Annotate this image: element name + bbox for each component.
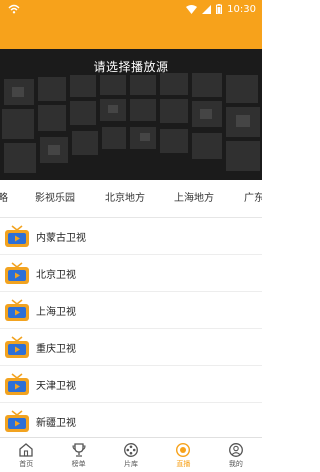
channel-name: 天津卫视 (36, 380, 76, 392)
tv-icon (5, 373, 29, 395)
channel-name: 上海卫视 (36, 306, 76, 318)
channel-row[interactable]: 新疆卫视 (0, 403, 262, 437)
wifi-icon (8, 4, 20, 14)
channel-row[interactable]: 天津卫视 (0, 366, 262, 403)
nav-label: 榜单 (71, 459, 86, 468)
nav-label: 直播 (176, 459, 191, 468)
source-tabs: 略 影视乐园 北京地方 上海地方 广东 (0, 180, 262, 218)
tab-item[interactable]: 影视乐园 (35, 180, 75, 217)
tab-item[interactable]: 北京地方 (105, 180, 145, 217)
film-reel-icon (124, 442, 138, 457)
trophy-icon (72, 442, 86, 457)
tab-item[interactable]: 广东 (244, 180, 262, 217)
channel-row[interactable]: 上海卫视 (0, 292, 262, 329)
battery-icon (216, 4, 223, 14)
channel-name: 内蒙古卫视 (36, 232, 86, 244)
nav-home[interactable]: 首页 (0, 438, 52, 472)
user-icon (228, 442, 243, 457)
tv-icon (5, 262, 29, 284)
tab-item[interactable]: 上海地方 (174, 180, 214, 217)
tv-icon (5, 336, 29, 358)
nav-label: 首页 (19, 459, 34, 468)
channel-name: 重庆卫视 (36, 343, 76, 355)
nav-live[interactable]: 直播 (157, 438, 209, 472)
home-icon (19, 442, 33, 457)
channel-name: 新疆卫视 (36, 417, 76, 429)
hero-title: 请选择播放源 (93, 60, 169, 74)
channel-row[interactable]: 内蒙古卫视 (0, 218, 262, 255)
hero-banner: 请选择播放源 (0, 49, 262, 180)
status-bar: 10:30 (0, 0, 262, 18)
channel-name: 北京卫视 (36, 269, 76, 281)
tv-icon (5, 410, 29, 432)
nav-profile[interactable]: 我的 (210, 438, 262, 472)
channel-row[interactable]: 重庆卫视 (0, 329, 262, 366)
tv-icon (5, 225, 29, 247)
signal-bars-icon (202, 4, 212, 14)
nav-ranking[interactable]: 榜单 (52, 438, 104, 472)
status-time: 10:30 (227, 3, 256, 15)
tab-item[interactable]: 略 (0, 180, 8, 217)
tv-icon (5, 299, 29, 321)
nav-library[interactable]: 片库 (105, 438, 157, 472)
live-icon (176, 442, 191, 457)
nav-label: 我的 (228, 459, 243, 468)
channel-row[interactable]: 北京卫视 (0, 255, 262, 292)
bottom-navigation: 首页 榜单 片库 直播 我的 (0, 437, 262, 472)
nav-label: 片库 (124, 459, 139, 468)
header-band (0, 18, 262, 49)
signal-wifi-icon (186, 4, 198, 14)
channel-list: 内蒙古卫视 北京卫视 上海卫视 重庆卫视 天津卫视 新疆卫视 (0, 218, 262, 437)
